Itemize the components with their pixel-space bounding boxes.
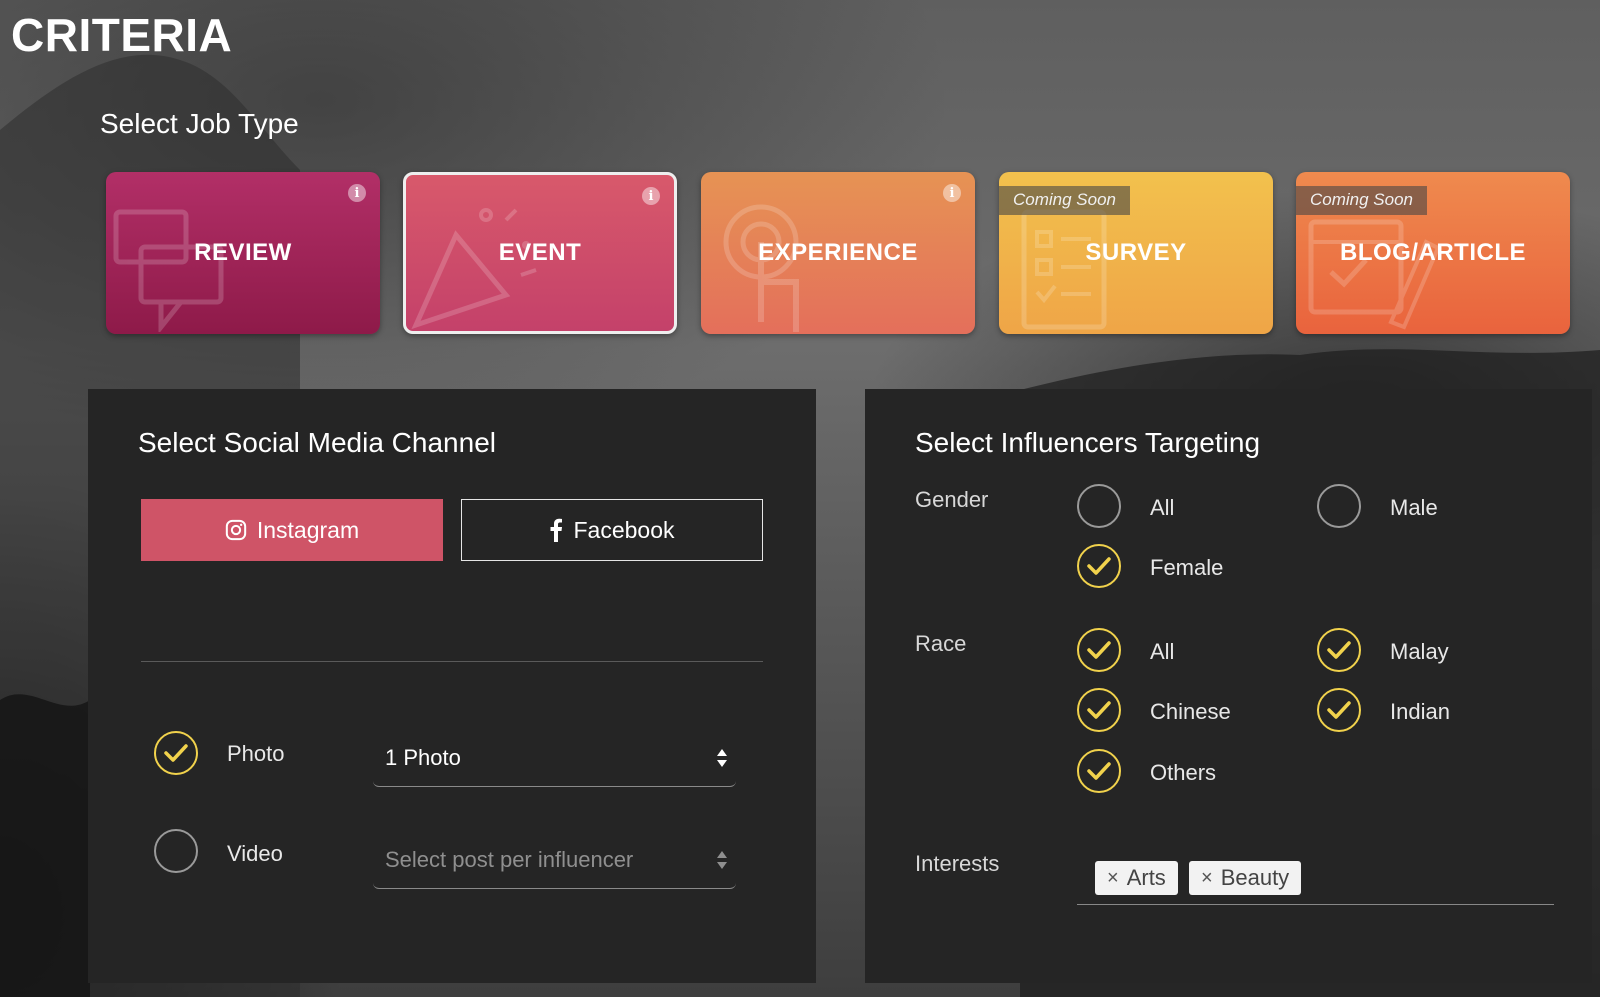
job-card-label: SURVEY — [1085, 239, 1187, 266]
race-malay-checkbox[interactable] — [1317, 628, 1361, 672]
job-card-review[interactable]: i REVIEW — [106, 172, 380, 334]
facebook-label: Facebook — [573, 516, 675, 543]
interests-tag-input[interactable]: × Arts × Beauty — [1095, 861, 1555, 895]
race-all-checkbox[interactable] — [1077, 628, 1121, 672]
job-card-label: EVENT — [498, 239, 582, 266]
video-label: Video — [227, 841, 283, 866]
check-icon — [1087, 557, 1111, 575]
race-others-checkbox[interactable] — [1077, 749, 1121, 793]
photo-checkbox[interactable] — [154, 731, 198, 775]
job-card-experience[interactable]: i EXPERIENCE — [701, 172, 975, 334]
check-icon — [1087, 762, 1111, 780]
select-arrows-icon — [717, 851, 727, 869]
check-icon — [1087, 641, 1111, 659]
job-card-event[interactable]: i EVENT — [403, 172, 677, 334]
gender-male-label: Male — [1390, 495, 1438, 520]
race-chinese-checkbox[interactable] — [1077, 688, 1121, 732]
race-indian-checkbox[interactable] — [1317, 688, 1361, 732]
video-count-select[interactable]: Select post per influencer — [373, 831, 736, 889]
coming-soon-badge: Coming Soon — [999, 186, 1131, 215]
select-arrows-icon — [717, 749, 727, 767]
divider — [141, 661, 763, 662]
race-all-label: All — [1150, 639, 1175, 664]
check-icon — [1087, 701, 1111, 719]
remove-tag-icon[interactable]: × — [1201, 867, 1213, 890]
social-media-heading: Select Social Media Channel — [138, 427, 496, 458]
race-malay-label: Malay — [1390, 639, 1449, 664]
gender-female-label: Female — [1150, 555, 1224, 580]
instagram-button[interactable]: Instagram — [141, 499, 443, 561]
interest-tag: × Beauty — [1189, 861, 1302, 895]
info-icon[interactable]: i — [348, 184, 366, 202]
gender-male-checkbox[interactable] — [1317, 484, 1361, 528]
job-card-survey[interactable]: Coming Soon SURVEY — [999, 172, 1273, 334]
job-card-label: EXPERIENCE — [758, 239, 918, 266]
page-title: CRITERIA — [11, 9, 233, 61]
interest-tag: × Arts — [1095, 861, 1178, 895]
gender-label: Gender — [915, 487, 989, 512]
coming-soon-badge: Coming Soon — [1296, 186, 1428, 215]
interest-tag-label: Arts — [1126, 865, 1166, 890]
race-indian-label: Indian — [1390, 699, 1450, 724]
race-others-label: Others — [1150, 760, 1217, 785]
job-card-label: BLOG/ARTICLE — [1340, 239, 1526, 266]
job-type-heading: Select Job Type — [100, 108, 299, 139]
video-checkbox[interactable] — [154, 829, 198, 873]
info-icon[interactable]: i — [943, 184, 961, 202]
job-card-label: REVIEW — [194, 239, 292, 266]
check-icon — [1327, 701, 1351, 719]
targeting-heading: Select Influencers Targeting — [915, 427, 1261, 458]
check-icon — [1327, 641, 1351, 659]
gender-all-label: All — [1150, 495, 1175, 520]
gender-all-checkbox[interactable] — [1077, 484, 1121, 528]
facebook-icon — [550, 518, 563, 542]
photo-label: Photo — [227, 741, 285, 766]
gender-female-checkbox[interactable] — [1077, 544, 1121, 588]
job-card-blog-article[interactable]: Coming Soon BLOG/ARTICLE — [1296, 172, 1570, 334]
interest-tag-label: Beauty — [1220, 865, 1290, 890]
interests-label: Interests — [915, 851, 1000, 876]
remove-tag-icon[interactable]: × — [1107, 867, 1119, 890]
interests-underline — [1077, 904, 1554, 905]
race-chinese-label: Chinese — [1150, 699, 1231, 724]
instagram-icon — [225, 519, 247, 541]
targeting-panel: Select Influencers Targeting Gender All … — [865, 389, 1592, 983]
check-icon — [164, 744, 188, 762]
photo-count-select[interactable]: 1 Photo — [373, 729, 736, 787]
instagram-label: Instagram — [256, 516, 360, 543]
race-label: Race — [915, 631, 967, 656]
social-media-panel: Select Social Media Channel Instagram Fa… — [88, 389, 816, 983]
info-icon[interactable]: i — [642, 187, 660, 205]
video-count-placeholder: Select post per influencer — [385, 847, 634, 872]
photo-count-value: 1 Photo — [385, 745, 461, 770]
facebook-button[interactable]: Facebook — [461, 499, 763, 561]
